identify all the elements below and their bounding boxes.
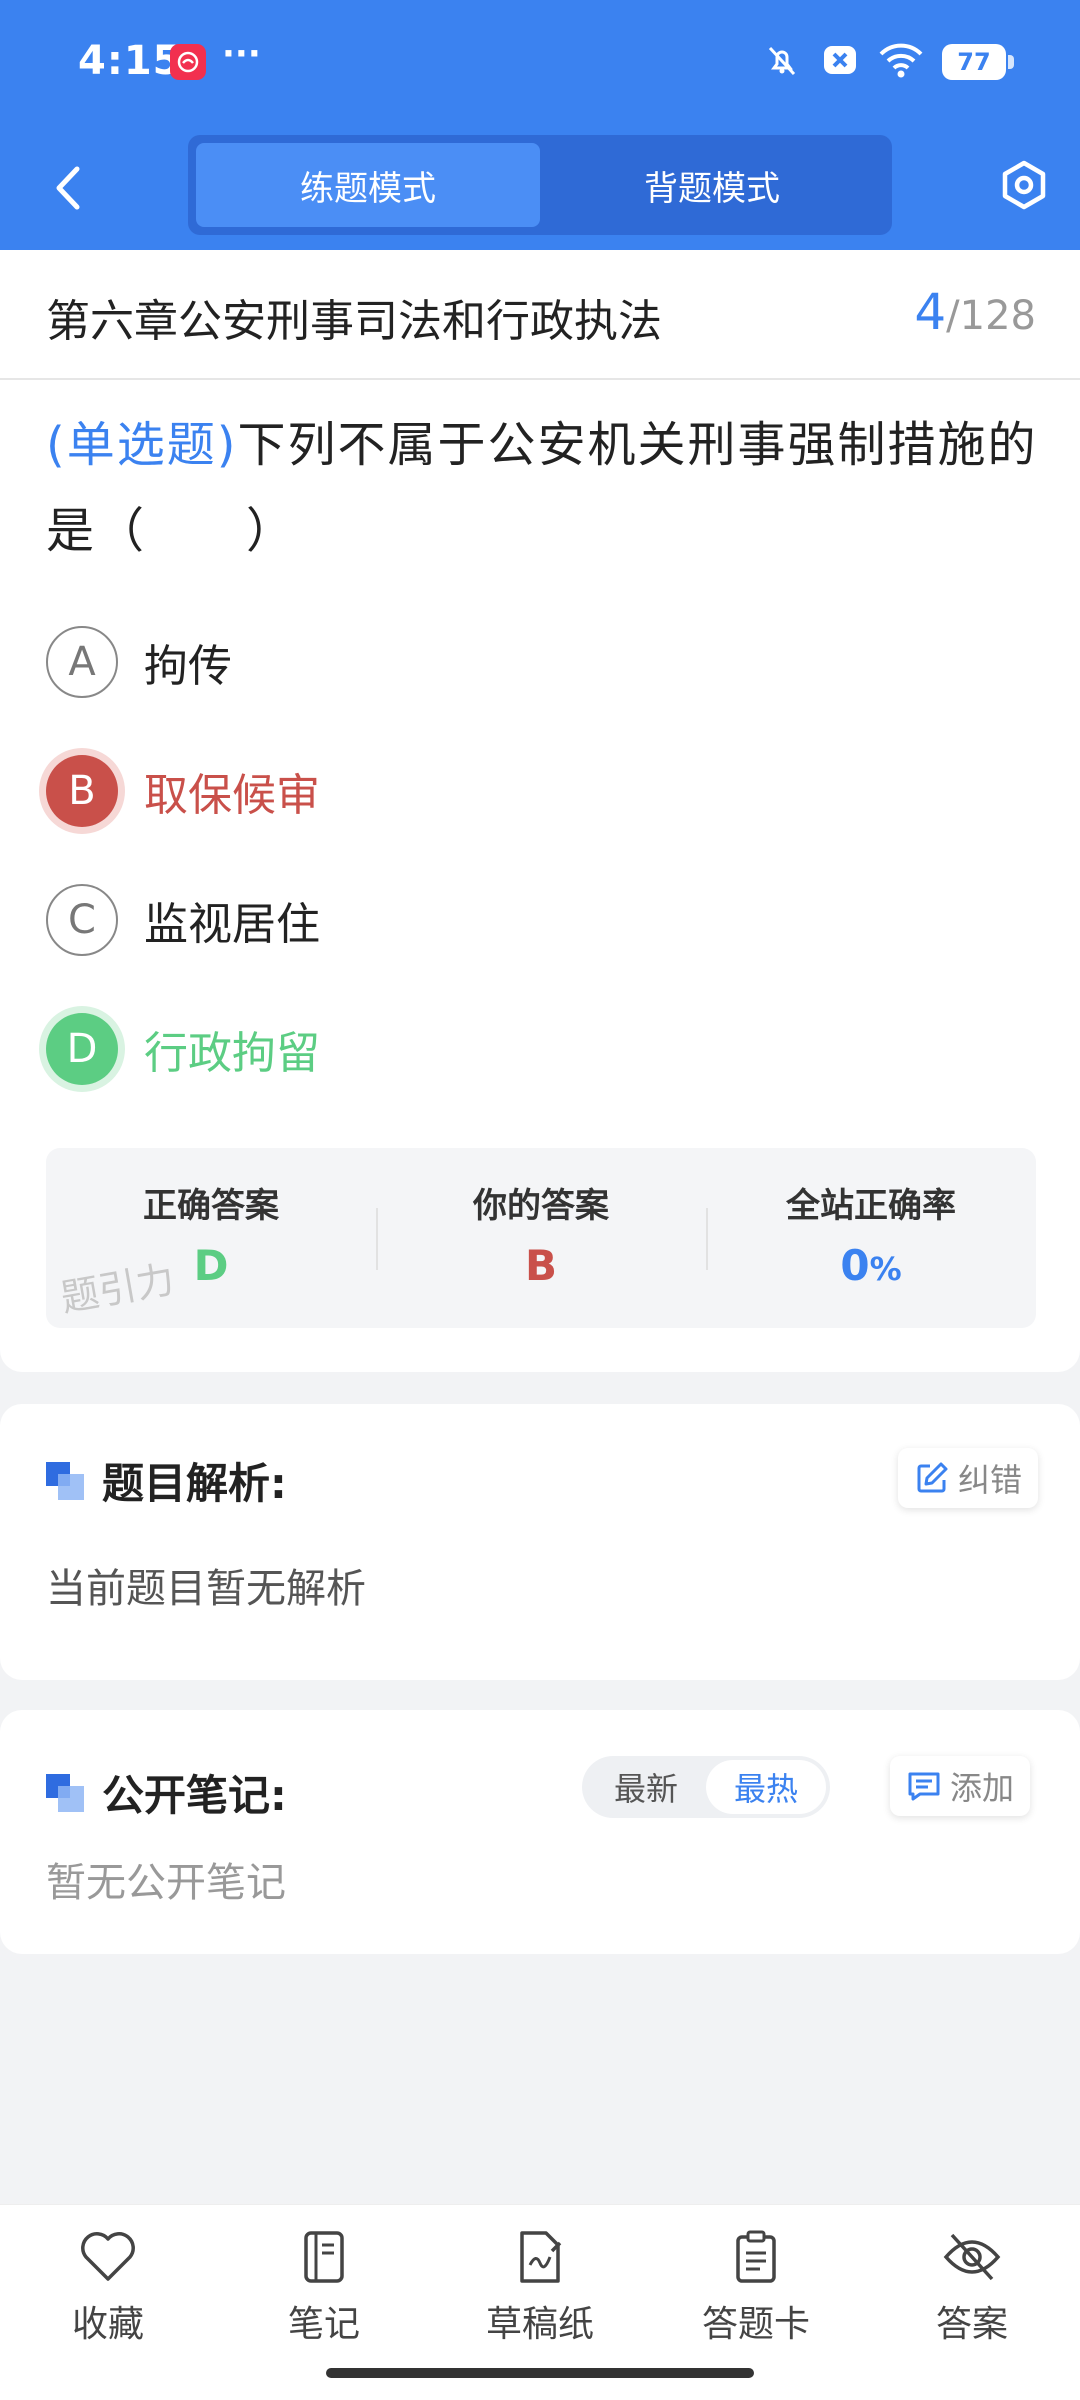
edit-icon xyxy=(917,1462,948,1493)
tab-memorize-mode[interactable]: 背题模式 xyxy=(540,143,884,227)
option-text: 监视居住 xyxy=(144,899,320,950)
chevron-left-icon xyxy=(56,166,80,210)
answer-sheet-icon xyxy=(736,2230,776,2283)
option-c[interactable]: C 监视居住 xyxy=(46,884,320,956)
option-letter: C xyxy=(46,884,118,956)
heart-icon xyxy=(81,2232,135,2281)
notes-title: 公开笔记: xyxy=(46,1762,287,1823)
tab-answer-label: 答案 xyxy=(935,2304,1008,2345)
notes-sort-toggle: 最新 最热 xyxy=(582,1756,830,1818)
your-answer-col: 你的答案 B xyxy=(376,1148,706,1328)
option-text: 行政拘留 xyxy=(144,1028,320,1079)
back-button[interactable] xyxy=(44,161,92,215)
correct-answer-value: D xyxy=(193,1241,229,1290)
app-notification-icon xyxy=(170,44,206,80)
question-type: (单选题) xyxy=(46,417,238,473)
option-text: 拘传 xyxy=(144,641,232,692)
question-counter: 4/128 xyxy=(914,283,1036,341)
notebook-icon xyxy=(304,2231,344,2283)
mode-switcher: 练题模式 背题模式 xyxy=(188,135,892,235)
sim-icon xyxy=(820,40,860,84)
comment-icon xyxy=(908,1772,940,1801)
tab-practice-mode[interactable]: 练题模式 xyxy=(196,143,540,227)
draft-icon xyxy=(520,2231,562,2283)
option-text: 取保候审 xyxy=(144,770,320,821)
tab-notes-label: 笔记 xyxy=(287,2304,360,2345)
sort-hottest[interactable]: 最热 xyxy=(706,1760,826,1814)
status-bar: 4:15 ··· 77 xyxy=(0,0,1080,125)
tab-answer[interactable]: 答案 xyxy=(864,2205,1080,2400)
tab-answer-sheet-label: 答题卡 xyxy=(701,2304,810,2345)
option-b[interactable]: B 取保候审 xyxy=(46,755,320,827)
analysis-title: 题目解析: xyxy=(46,1450,287,1511)
chapter-title: 第六章公安刑事司法和行政执法 xyxy=(46,296,662,347)
your-answer-label: 你的答案 xyxy=(473,1186,609,1226)
analysis-title-text: 题目解析: xyxy=(102,1459,287,1508)
answer-summary: 正确答案 D 题引力 你的答案 B 全站正确率 0% xyxy=(46,1148,1036,1328)
nav-bar: 练题模式 背题模式 xyxy=(0,125,1080,250)
option-d[interactable]: D 行政拘留 xyxy=(46,1013,320,1085)
status-time: 4:15 xyxy=(78,38,182,84)
report-error-button[interactable]: 纠错 xyxy=(898,1448,1039,1508)
wifi-icon xyxy=(878,40,924,84)
option-letter: D xyxy=(46,1013,118,1085)
your-answer-value: B xyxy=(524,1241,557,1290)
tab-favorite[interactable]: 收藏 xyxy=(0,2205,216,2400)
battery-icon: 77 xyxy=(942,44,1014,80)
mute-icon xyxy=(762,40,802,84)
report-error-label: 纠错 xyxy=(958,1461,1023,1499)
option-a[interactable]: A 拘传 xyxy=(46,626,232,698)
notes-card xyxy=(0,1710,1080,1954)
accuracy-label: 全站正确率 xyxy=(786,1186,956,1226)
tab-draft-label: 草稿纸 xyxy=(485,2304,594,2345)
total-questions: /128 xyxy=(946,293,1036,339)
settings-icon xyxy=(1002,160,1046,210)
section-marker-icon xyxy=(46,1461,84,1500)
accuracy-unit: % xyxy=(869,1250,902,1288)
notes-title-text: 公开笔记: xyxy=(102,1771,287,1820)
option-letter: A xyxy=(46,626,118,698)
tab-favorite-label: 收藏 xyxy=(71,2304,144,2345)
notes-empty-text: 暂无公开笔记 xyxy=(46,1860,286,1906)
sort-latest[interactable]: 最新 xyxy=(586,1760,706,1814)
add-note-button[interactable]: 添加 xyxy=(890,1756,1031,1816)
current-question-number: 4 xyxy=(914,283,947,341)
watermark: 题引力 xyxy=(57,1257,178,1321)
home-indicator xyxy=(326,2368,754,2378)
correct-answer-label: 正确答案 xyxy=(143,1186,279,1226)
correct-answer-col: 正确答案 D 题引力 xyxy=(46,1148,376,1328)
eye-off-icon xyxy=(943,2233,1001,2281)
accuracy-value: 0 xyxy=(840,1241,870,1290)
analysis-card xyxy=(0,1404,1080,1680)
app-header: 4:15 ··· 77 练题模式 背题模式 xyxy=(0,0,1080,250)
more-notifications-icon: ··· xyxy=(222,34,261,74)
section-marker-icon xyxy=(46,1773,84,1812)
settings-button[interactable] xyxy=(994,155,1054,215)
option-letter: B xyxy=(46,755,118,827)
accuracy-col: 全站正确率 0% xyxy=(706,1148,1036,1328)
question-stem: (单选题)下列不属于公安机关刑事强制措施的是（ ） xyxy=(46,402,1046,574)
divider xyxy=(0,378,1080,380)
analysis-content: 当前题目暂无解析 xyxy=(46,1566,366,1612)
add-note-label: 添加 xyxy=(950,1769,1015,1807)
